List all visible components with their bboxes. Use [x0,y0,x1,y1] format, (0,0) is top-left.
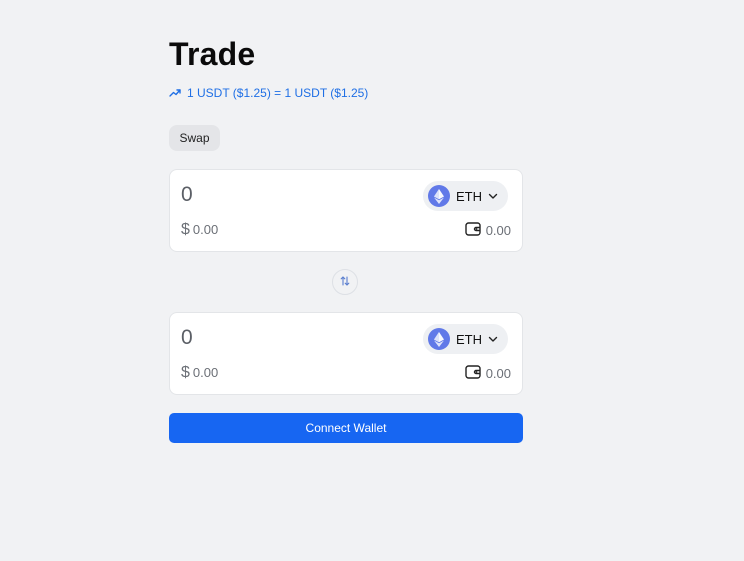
to-token-select[interactable]: ETH [423,324,508,354]
ethereum-icon [428,328,450,350]
from-usd-value: $ 0.00 [181,221,218,239]
dollar-sign: $ [181,364,190,381]
from-token-symbol: ETH [456,188,482,204]
to-usd-value: $ 0.00 [181,364,218,382]
wallet-icon [464,222,481,239]
to-usd-amount: 0.00 [192,365,219,380]
chevron-down-icon [488,187,498,205]
exchange-rate-text: 1 USDT ($1.25) = 1 USDT ($1.25) [187,86,369,100]
to-token-symbol: ETH [456,331,482,347]
swap-direction-icon [340,273,350,291]
to-balance-amount: 0.00 [485,366,511,381]
to-balance: 0.00 [464,365,511,382]
from-amount-input[interactable] [181,183,381,207]
page-title: Trade [169,36,256,72]
dollar-sign: $ [181,221,190,238]
from-usd-amount: 0.00 [192,222,219,237]
tab-swap[interactable]: Swap [169,125,220,151]
exchange-rate: 1 USDT ($1.25) = 1 USDT ($1.25) [169,86,368,100]
wallet-icon [464,365,481,382]
from-token-select[interactable]: ETH [423,181,508,211]
swap-direction-button[interactable] [332,269,358,295]
from-balance: 0.00 [464,222,511,239]
to-amount-input[interactable] [181,326,381,350]
from-token-card: ETH $ 0.00 0.00 [169,169,523,252]
to-token-card: ETH $ 0.00 0.00 [169,312,523,395]
connect-wallet-button[interactable]: Connect Wallet [169,413,523,443]
from-balance-amount: 0.00 [485,223,511,238]
ethereum-icon [428,185,450,207]
trending-up-icon [169,88,181,98]
chevron-down-icon [488,330,498,348]
